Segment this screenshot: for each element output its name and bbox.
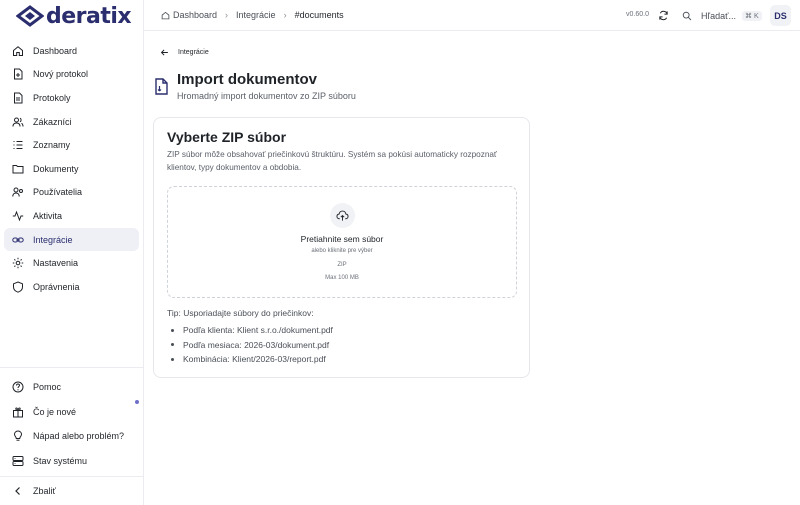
cloud-upload-icon	[336, 210, 349, 221]
dropzone-max-size: Max 100 MB	[325, 275, 359, 281]
search-icon	[682, 11, 692, 20]
chevron-right-icon: ›	[225, 10, 229, 20]
page-subtitle: Hromadný import dokumentov zo ZIP súboru	[177, 91, 356, 101]
home-icon	[161, 11, 170, 19]
list-icon	[13, 141, 23, 150]
breadcrumb-label: Dashboard	[173, 10, 218, 20]
sidebar-item-label: Protokoly	[33, 92, 71, 103]
breadcrumb-integrations[interactable]: Integrácie	[236, 10, 276, 20]
sidebar-item-system-status[interactable]: Stav systému	[4, 449, 139, 474]
users-icon	[12, 117, 24, 127]
card-title: Vyberte ZIP súbor	[167, 129, 287, 145]
upload-icon-circle	[330, 203, 355, 228]
server-icon	[12, 455, 24, 466]
sidebar-item-label: Nastavenia	[33, 258, 79, 269]
user-avatar[interactable]: DS	[770, 5, 791, 26]
chevron-left-icon	[15, 487, 20, 495]
sidebar-nav: Dashboard Nový protokol Protokoly Zákazn…	[4, 39, 139, 299]
folder-icon	[12, 164, 24, 174]
activity-icon	[12, 210, 24, 222]
sidebar-bottom-nav: Pomoc Čo je nové Nápad alebo problém? St…	[4, 375, 139, 473]
sidebar-item-help[interactable]: Pomoc	[4, 375, 139, 400]
sidebar-item-whats-new[interactable]: Čo je nové	[4, 400, 139, 425]
list-item: Podľa klienta: Klient s.r.o./dokument.pd…	[171, 323, 333, 338]
tip-text: Tip: Usporiadajte súbory do priečinkov:	[167, 308, 314, 318]
collapse-label: Zbaliť	[33, 486, 56, 496]
brand-name: deratix	[46, 3, 132, 29]
sidebar-item-label: Nápad alebo problém?	[33, 431, 125, 442]
sidebar-item-lists[interactable]: Zoznamy	[4, 133, 139, 157]
card-description: ZIP súbor môže obsahovať priečinkovú štr…	[167, 150, 498, 172]
dropzone-file-type: ZIP	[337, 262, 347, 268]
search-label: Hľadať...	[701, 10, 737, 21]
tip-list: Podľa klienta: Klient s.r.o./dokument.pd…	[171, 323, 333, 367]
file-plus-icon	[14, 68, 23, 80]
breadcrumb-dashboard[interactable]: Dashboard	[161, 10, 217, 20]
lightbulb-icon	[13, 430, 23, 441]
sidebar-item-label: Dokumenty	[33, 163, 79, 174]
help-icon	[12, 381, 24, 393]
sidebar-item-permissions[interactable]: Oprávnenia	[4, 275, 139, 299]
search-button[interactable]: Hľadať... ⌘ K	[682, 8, 762, 23]
file-text-icon	[14, 92, 23, 104]
sidebar-item-customers[interactable]: Zákazníci	[4, 110, 139, 134]
dropzone-subtitle: alebo kliknite pre výber	[311, 248, 373, 254]
user-group-icon	[12, 187, 23, 197]
logo[interactable]: deratix	[16, 3, 132, 29]
new-indicator-dot	[135, 400, 139, 404]
breadcrumb-current: #documents	[294, 10, 344, 20]
sidebar-divider	[0, 476, 144, 477]
back-label: Integrácie	[178, 49, 209, 56]
back-link[interactable]: Integrácie	[160, 48, 209, 57]
sidebar-item-label: Stav systému	[33, 455, 88, 466]
list-item: Kombinácia: Klient/2026-03/report.pdf	[171, 352, 333, 367]
sidebar-divider	[0, 367, 144, 368]
sidebar-item-label: Nový protokol	[33, 69, 89, 80]
sidebar-item-label: Dashboard	[33, 45, 78, 56]
sidebar-item-new-protocol[interactable]: Nový protokol	[4, 63, 139, 87]
collapse-sidebar-button[interactable]: Zbaliť	[4, 481, 139, 501]
sidebar-item-documents[interactable]: Dokumenty	[4, 157, 139, 181]
home-icon	[13, 45, 23, 56]
sidebar-item-integrations[interactable]: Integrácie	[4, 227, 139, 252]
chevron-right-icon: ›	[283, 10, 287, 20]
sidebar-item-protocols[interactable]: Protokoly	[4, 86, 139, 110]
link-icon	[12, 237, 24, 243]
sidebar-item-activity[interactable]: Aktivita	[4, 204, 139, 228]
file-import-icon	[155, 78, 168, 95]
dropzone-title: Pretiahnite sem súbor	[300, 234, 384, 244]
shield-icon	[13, 281, 23, 293]
sidebar-item-label: Používatelia	[33, 187, 83, 198]
sidebar-item-feedback[interactable]: Nápad alebo problém?	[4, 424, 139, 449]
sidebar-item-label: Aktivita	[33, 210, 63, 221]
sidebar-item-label: Čo je nové	[33, 406, 77, 417]
breadcrumb: Dashboard › Integrácie › #documents	[161, 10, 344, 20]
list-item: Podľa mesiaca: 2026-03/dokument.pdf	[171, 338, 333, 353]
sidebar-item-label: Oprávnenia	[33, 281, 80, 292]
sidebar-item-dashboard[interactable]: Dashboard	[4, 39, 139, 63]
sidebar-item-label: Zoznamy	[33, 140, 71, 151]
search-shortcut: ⌘ K	[742, 10, 762, 21]
sidebar-item-label: Integrácie	[33, 234, 73, 245]
logo-mark-icon	[16, 5, 44, 27]
upload-card: Vyberte ZIP súbor ZIP súbor môže obsahov…	[153, 117, 530, 378]
version-label: v0.60.0	[626, 11, 649, 18]
app-window: deratix Dashboard Nový protokol Protokol…	[0, 0, 800, 505]
sidebar-item-label: Pomoc	[33, 382, 62, 393]
file-dropzone[interactable]: Pretiahnite sem súbor alebo kliknite pre…	[167, 186, 517, 298]
arrow-left-icon	[160, 49, 168, 56]
sidebar-item-label: Zákazníci	[33, 116, 72, 127]
sidebar-item-settings[interactable]: Nastavenia	[4, 251, 139, 275]
top-bar: Dashboard › Integrácie › #documents v0.6…	[144, 0, 800, 31]
gift-icon	[13, 407, 23, 418]
sidebar: deratix Dashboard Nový protokol Protokol…	[0, 0, 144, 505]
sidebar-item-users[interactable]: Používatelia	[4, 181, 139, 205]
page-title: Import dokumentov	[177, 71, 318, 88]
refresh-icon[interactable]	[658, 10, 669, 21]
gear-icon	[12, 257, 24, 269]
